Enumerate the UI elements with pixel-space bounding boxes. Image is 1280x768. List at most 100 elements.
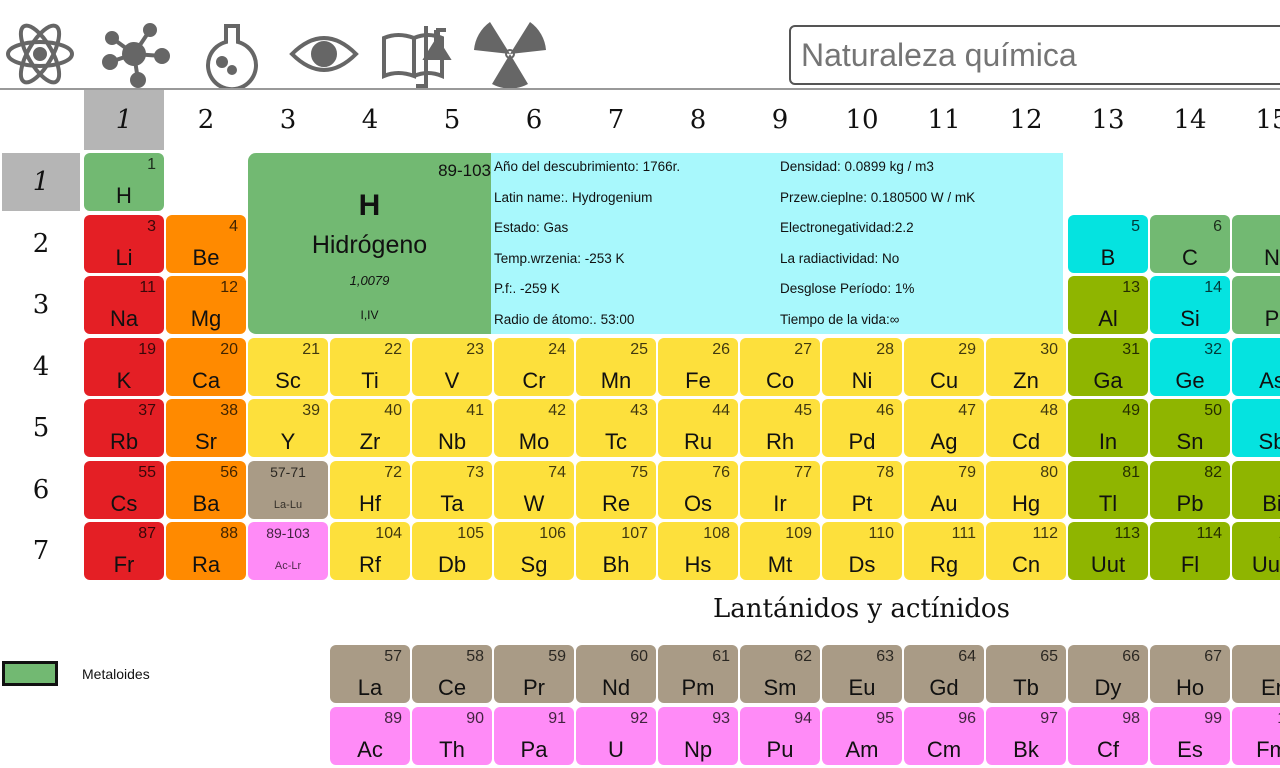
- element-ir[interactable]: 77 Ir: [740, 460, 820, 519]
- element-la[interactable]: 57 La: [330, 645, 410, 703]
- element-li[interactable]: 3 Li: [84, 214, 164, 273]
- element-as[interactable]: 33As: [1232, 337, 1280, 396]
- element-mg[interactable]: 12 Mg: [166, 276, 246, 334]
- element-fl[interactable]: 114 Fl: [1150, 522, 1230, 580]
- element-w[interactable]: 74 W: [494, 460, 574, 519]
- element-ba[interactable]: 56 Ba: [166, 460, 246, 519]
- element-am[interactable]: 95 Am: [822, 707, 902, 765]
- element-rf[interactable]: 104 Rf: [330, 522, 410, 580]
- element-ac[interactable]: 89 Ac: [330, 707, 410, 765]
- period-header-6[interactable]: 6: [2, 461, 80, 519]
- element-sn[interactable]: 50 Sn: [1150, 399, 1230, 457]
- element-rg[interactable]: 111 Rg: [904, 522, 984, 580]
- element-pm[interactable]: 61 Pm: [658, 645, 738, 703]
- element-co[interactable]: 27 Co: [740, 337, 820, 396]
- element-er[interactable]: 68Er: [1232, 645, 1280, 703]
- book-lab-icon[interactable]: [380, 20, 452, 88]
- element-cu[interactable]: 29 Cu: [904, 337, 984, 396]
- element-ga[interactable]: 31 Ga: [1068, 337, 1148, 396]
- group-header-9[interactable]: 9: [740, 90, 820, 150]
- element-gd[interactable]: 64 Gd: [904, 645, 984, 703]
- element-ho[interactable]: 67 Ho: [1150, 645, 1230, 703]
- element-cf[interactable]: 98 Cf: [1068, 707, 1148, 765]
- element-pb[interactable]: 82 Pb: [1150, 460, 1230, 519]
- element-cs[interactable]: 55 Cs: [84, 460, 164, 519]
- element-ca[interactable]: 20 Ca: [166, 337, 246, 396]
- element-cn[interactable]: 112 Cn: [986, 522, 1066, 580]
- element-tb[interactable]: 65 Tb: [986, 645, 1066, 703]
- element-pr[interactable]: 59 Pr: [494, 645, 574, 703]
- element-fr[interactable]: 87 Fr: [84, 522, 164, 580]
- element-ra[interactable]: 88 Ra: [166, 522, 246, 580]
- group-header-6[interactable]: 6: [494, 90, 574, 150]
- group-header-8[interactable]: 8: [658, 90, 738, 150]
- group-header-4[interactable]: 4: [330, 90, 410, 150]
- group-header-13[interactable]: 13: [1068, 90, 1148, 150]
- molecule-icon[interactable]: [98, 20, 170, 88]
- element-ta[interactable]: 73 Ta: [412, 460, 492, 519]
- element-ge[interactable]: 32 Ge: [1150, 337, 1230, 396]
- element-bk[interactable]: 97 Bk: [986, 707, 1066, 765]
- element-mt[interactable]: 109 Mt: [740, 522, 820, 580]
- period-header-7[interactable]: 7: [2, 522, 80, 580]
- element-al[interactable]: 13 Al: [1068, 276, 1148, 334]
- period-header-4[interactable]: 4: [2, 338, 80, 396]
- element-h[interactable]: 1H: [84, 153, 164, 211]
- element-uut[interactable]: 113 Uut: [1068, 522, 1148, 580]
- element-sc[interactable]: 21 Sc: [248, 337, 328, 396]
- element-y[interactable]: 39 Y: [248, 399, 328, 457]
- element-db[interactable]: 105 Db: [412, 522, 492, 580]
- group-header-10[interactable]: 10: [822, 90, 902, 150]
- group-header-15[interactable]: 15: [1232, 90, 1280, 150]
- element-re[interactable]: 75 Re: [576, 460, 656, 519]
- element-hs[interactable]: 108 Hs: [658, 522, 738, 580]
- element-cr[interactable]: 24 Cr: [494, 337, 574, 396]
- element-sr[interactable]: 38 Sr: [166, 399, 246, 457]
- element-sg[interactable]: 106 Sg: [494, 522, 574, 580]
- element-ds[interactable]: 110 Ds: [822, 522, 902, 580]
- element-nb[interactable]: 41 Nb: [412, 399, 492, 457]
- element-zn[interactable]: 30 Zn: [986, 337, 1066, 396]
- element-p[interactable]: 15P: [1232, 276, 1280, 334]
- group-header-3[interactable]: 3: [248, 90, 328, 150]
- group-header-12[interactable]: 12: [986, 90, 1066, 150]
- radiation-icon[interactable]: [474, 20, 546, 89]
- element-sm[interactable]: 62 Sm: [740, 645, 820, 703]
- element-hf[interactable]: 72 Hf: [330, 460, 410, 519]
- element-mn[interactable]: 25 Mn: [576, 337, 656, 396]
- group-header-5[interactable]: 5: [412, 90, 492, 150]
- eye-icon[interactable]: [288, 20, 360, 88]
- element-bh[interactable]: 107 Bh: [576, 522, 656, 580]
- flask-icon[interactable]: [196, 20, 268, 92]
- group-header-11[interactable]: 11: [904, 90, 984, 150]
- element-pu[interactable]: 94 Pu: [740, 707, 820, 765]
- element-na[interactable]: 11 Na: [84, 276, 164, 334]
- element-ti[interactable]: 22 Ti: [330, 337, 410, 396]
- element-ni[interactable]: 28 Ni: [822, 337, 902, 396]
- element-zr[interactable]: 40 Zr: [330, 399, 410, 457]
- group-header-14[interactable]: 14: [1150, 90, 1230, 150]
- element-v[interactable]: 23 V: [412, 337, 492, 396]
- element-rh[interactable]: 45 Rh: [740, 399, 820, 457]
- element-cm[interactable]: 96 Cm: [904, 707, 984, 765]
- element-au[interactable]: 79 Au: [904, 460, 984, 519]
- element-hg[interactable]: 80 Hg: [986, 460, 1066, 519]
- element-th[interactable]: 90 Th: [412, 707, 492, 765]
- element-ac-lr[interactable]: 89-103 Ac-Lr: [248, 522, 328, 580]
- element-sb[interactable]: 51Sb: [1232, 399, 1280, 457]
- element-tl[interactable]: 81 Tl: [1068, 460, 1148, 519]
- element-np[interactable]: 93 Np: [658, 707, 738, 765]
- element-uup[interactable]: 115Uup: [1232, 522, 1280, 580]
- group-header-7[interactable]: 7: [576, 90, 656, 150]
- element-pa[interactable]: 91 Pa: [494, 707, 574, 765]
- element-fe[interactable]: 26 Fe: [658, 337, 738, 396]
- element-be[interactable]: 4 Be: [166, 214, 246, 273]
- element-ru[interactable]: 44 Ru: [658, 399, 738, 457]
- element-cd[interactable]: 48 Cd: [986, 399, 1066, 457]
- group-header-2[interactable]: 2: [166, 90, 246, 150]
- search-input[interactable]: [789, 25, 1280, 85]
- element-b[interactable]: 5B: [1068, 214, 1148, 273]
- period-header-1[interactable]: 1: [2, 153, 80, 211]
- element-fm[interactable]: 100Fm: [1232, 707, 1280, 765]
- element-pt[interactable]: 78 Pt: [822, 460, 902, 519]
